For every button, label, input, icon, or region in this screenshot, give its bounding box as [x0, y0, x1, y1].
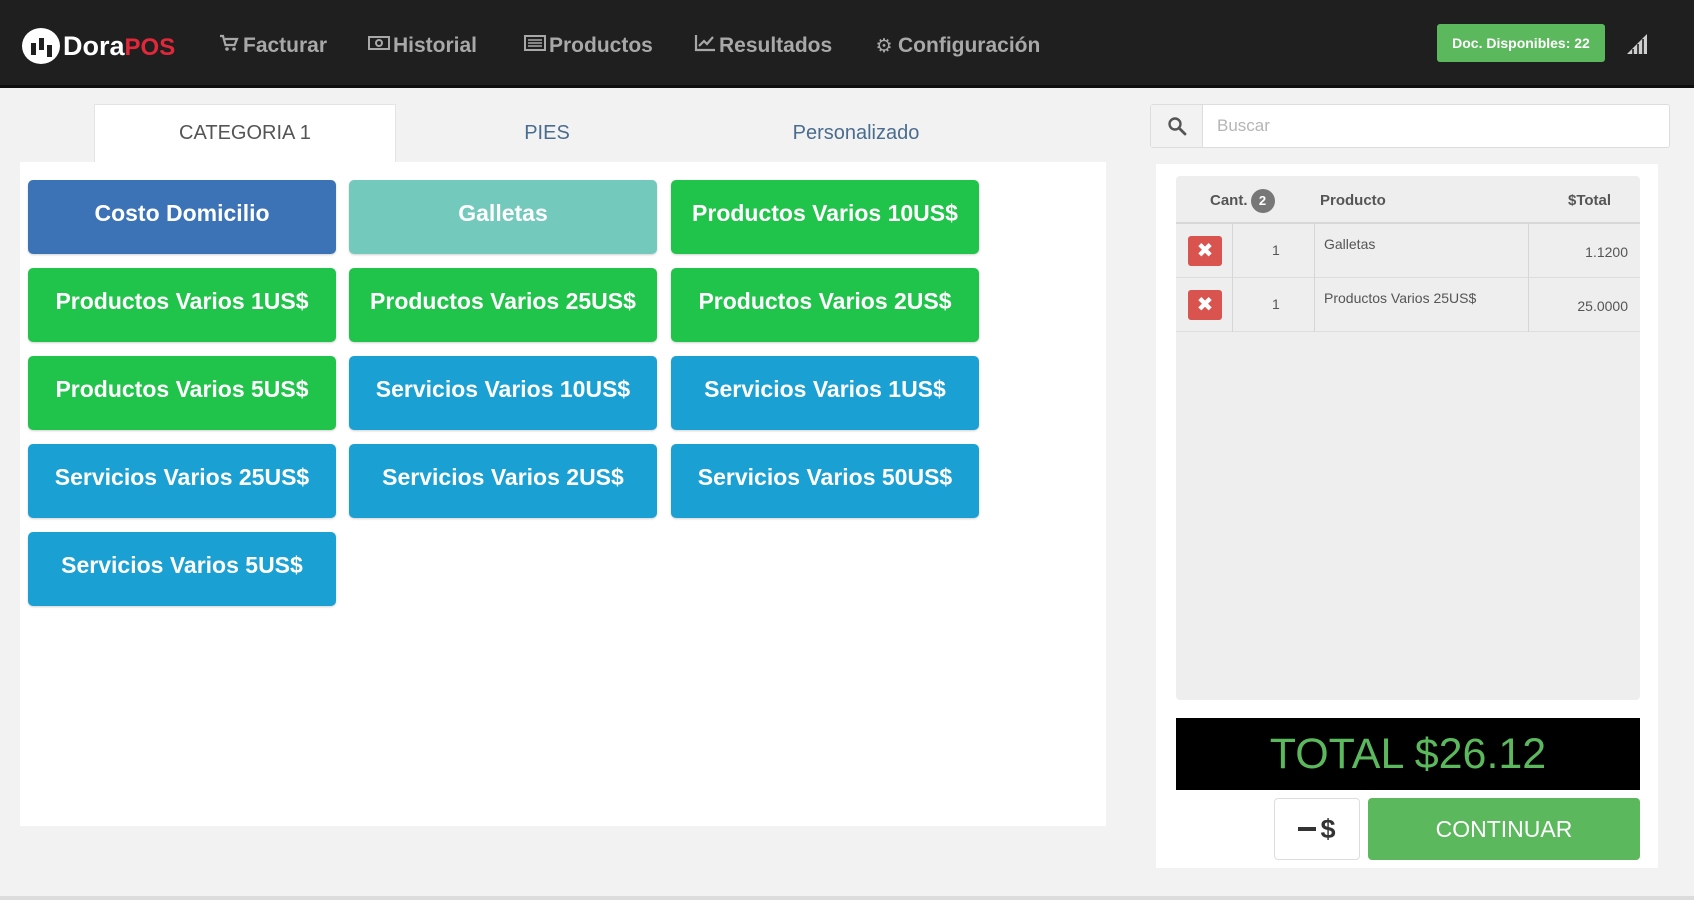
list-icon [524, 35, 546, 57]
product-button-servicios-varios-50[interactable]: Servicios Varios 50US$ [671, 444, 979, 518]
product-button-servicios-varios-25[interactable]: Servicios Varios 25US$ [28, 444, 336, 518]
product-button-servicios-varios-1[interactable]: Servicios Varios 1US$ [671, 356, 979, 430]
order-row-qty: 1 [1272, 296, 1280, 312]
nav-resultados[interactable]: Resultados [694, 30, 832, 62]
nav-label: Productos [549, 34, 653, 57]
tab-personalizado[interactable]: Personalizado [698, 104, 1014, 162]
logo-chart-icon [22, 28, 60, 64]
product-button-productos-varios-10[interactable]: Productos Varios 10US$ [671, 180, 979, 254]
nav-label: Configuración [898, 34, 1041, 57]
gear-icon: ⚙ [875, 35, 893, 57]
column-header-total: $Total [1568, 192, 1612, 209]
product-button-productos-varios-5[interactable]: Productos Varios 5US$ [28, 356, 336, 430]
logo-secondary-text: POS [124, 34, 176, 61]
order-ticket: Cant. 2 Producto $Total ✖ 1 Galletas 1.12… [1176, 176, 1640, 700]
signal-icon[interactable] [1625, 32, 1649, 56]
product-button-servicios-varios-10[interactable]: Servicios Varios 10US$ [349, 356, 657, 430]
nav-label: Facturar [243, 34, 328, 57]
nav-facturar[interactable]: Facturar [218, 30, 327, 62]
top-navbar: Dora POS Facturar Historial Productos Re… [0, 0, 1694, 88]
order-row-total: 1.1200 [1585, 244, 1628, 260]
currency-button-label: $ [1320, 813, 1336, 844]
search-box [1150, 104, 1670, 148]
minus-icon [1298, 827, 1317, 831]
product-button-servicios-varios-5[interactable]: Servicios Varios 5US$ [28, 532, 336, 606]
category-tabs: CATEGORIA 1 PIES Personalizado [94, 104, 1014, 162]
product-button-costo-domicilio[interactable]: Costo Domicilio [28, 180, 336, 254]
product-button-productos-varios-25[interactable]: Productos Varios 25US$ [349, 268, 657, 342]
order-row-total: 25.0000 [1577, 298, 1628, 314]
order-row-product: Galletas [1324, 236, 1376, 252]
search-icon [1168, 117, 1187, 136]
remove-item-button[interactable]: ✖ [1188, 236, 1222, 266]
remove-item-button[interactable]: ✖ [1188, 290, 1222, 320]
search-input[interactable] [1207, 105, 1667, 147]
currency-button[interactable]: $ [1274, 798, 1360, 860]
product-button-productos-varios-1[interactable]: Productos Varios 1US$ [28, 268, 336, 342]
money-icon [368, 35, 390, 57]
continue-button[interactable]: CONTINUAR [1368, 798, 1640, 860]
nav-label: Resultados [719, 34, 833, 57]
product-button-servicios-varios-2[interactable]: Servicios Varios 2US$ [349, 444, 657, 518]
column-header-qty: Cant. 2 [1210, 189, 1275, 213]
column-header-product: Producto [1320, 192, 1386, 209]
nav-productos[interactable]: Productos [524, 30, 653, 62]
order-row-qty: 1 [1272, 242, 1280, 258]
product-button-galletas[interactable]: Galletas [349, 180, 657, 254]
order-total-display: TOTAL $26.12 [1176, 718, 1640, 790]
documents-available-badge: Doc. Disponibles: 22 [1437, 24, 1605, 62]
search-addon [1151, 105, 1203, 147]
tab-pies[interactable]: PIES [396, 104, 698, 162]
order-row: ✖ 1 Galletas 1.1200 [1176, 224, 1640, 278]
logo-primary-text: Dora [63, 30, 125, 61]
close-icon: ✖ [1196, 240, 1214, 262]
tab-categoria-1[interactable]: CATEGORIA 1 [94, 104, 396, 162]
product-grid: Costo Domicilio Galletas Productos Vario… [20, 162, 1106, 826]
nav-configuracion[interactable]: ⚙ Configuración [873, 30, 1040, 62]
app-logo[interactable]: Dora POS [22, 26, 175, 66]
main-area: CATEGORIA 1 PIES Personalizado Costo Dom… [0, 88, 1694, 896]
nav-historial[interactable]: Historial [368, 30, 477, 62]
order-table-header: Cant. 2 Producto $Total [1176, 176, 1640, 224]
nav-label: Historial [393, 34, 478, 57]
cart-icon [218, 34, 240, 58]
order-panel: Cant. 2 Producto $Total ✖ 1 Galletas 1.12… [1156, 164, 1658, 868]
order-row: ✖ 1 Productos Varios 25US$ 25.0000 [1176, 278, 1640, 332]
line-chart-icon [694, 34, 716, 58]
close-icon: ✖ [1196, 294, 1214, 316]
product-button-productos-varios-2[interactable]: Productos Varios 2US$ [671, 268, 979, 342]
item-count-badge: 2 [1250, 189, 1275, 213]
order-row-product: Productos Varios 25US$ [1324, 290, 1477, 306]
